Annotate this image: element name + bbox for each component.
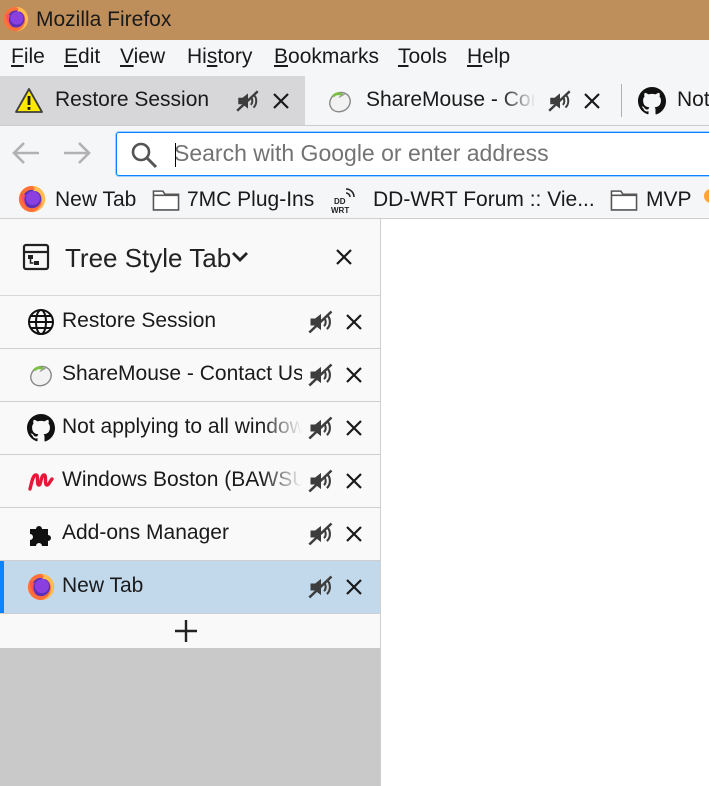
tree-style-tab-icon bbox=[22, 243, 50, 271]
address-bar[interactable] bbox=[116, 132, 709, 176]
mute-icon[interactable] bbox=[547, 88, 573, 114]
navigation-bar bbox=[0, 125, 709, 182]
sidebar-tab-windows-boston[interactable]: Windows Boston (BAWSUG) bbox=[0, 455, 380, 508]
close-icon[interactable] bbox=[344, 577, 364, 597]
close-icon[interactable] bbox=[344, 365, 364, 385]
menu-view[interactable]: View bbox=[120, 45, 165, 69]
overflow-bookmark-icon[interactable] bbox=[704, 189, 709, 203]
tab-label: Restore Session bbox=[55, 88, 210, 111]
menu-file[interactable]: File bbox=[11, 45, 45, 69]
text-caret bbox=[175, 143, 176, 167]
content-area[interactable] bbox=[381, 219, 709, 786]
close-icon[interactable] bbox=[344, 524, 364, 544]
search-icon bbox=[131, 142, 158, 169]
sharemouse-icon bbox=[326, 87, 354, 115]
firefox-logo-icon bbox=[3, 6, 29, 32]
bookmark-label: New Tab bbox=[55, 188, 137, 211]
close-icon[interactable] bbox=[271, 91, 291, 111]
meetup-icon bbox=[28, 473, 54, 491]
puzzle-icon bbox=[30, 526, 51, 546]
close-icon[interactable] bbox=[344, 418, 364, 438]
menu-edit[interactable]: Edit bbox=[64, 45, 100, 69]
sharemouse-icon bbox=[27, 361, 55, 389]
sidebar: Tree Style Tab Restore Session ShareMous… bbox=[0, 219, 381, 786]
tab-label: Not applying to all windows bbox=[677, 88, 709, 111]
sidebar-tab-label: Add-ons Manager bbox=[62, 521, 229, 544]
sidebar-tab-sharemouse[interactable]: ShareMouse - Contact Us bbox=[0, 349, 380, 402]
menu-tools[interactable]: Tools bbox=[398, 45, 447, 69]
window-title: Mozilla Firefox bbox=[36, 8, 172, 31]
firefox-icon bbox=[18, 185, 46, 213]
sidebar-tab-label: Restore Session bbox=[62, 309, 217, 332]
tab-sharemouse[interactable]: ShareMouse - Contact Us bbox=[305, 76, 615, 125]
svg-text:WRT: WRT bbox=[331, 206, 349, 214]
bookmark-label: 7MC Plug-Ins bbox=[187, 188, 315, 211]
mute-icon[interactable] bbox=[307, 520, 335, 548]
close-icon[interactable] bbox=[582, 91, 602, 111]
sidebar-title[interactable]: Tree Style Tab bbox=[65, 243, 231, 274]
tab-label-fade bbox=[501, 76, 551, 125]
warning-icon bbox=[15, 88, 43, 113]
mute-icon[interactable] bbox=[307, 573, 335, 601]
sidebar-tab-label: ShareMouse - Contact Us bbox=[62, 362, 302, 385]
mute-icon[interactable] bbox=[307, 414, 335, 442]
menu-history[interactable]: History bbox=[187, 45, 252, 69]
tab-restore-session[interactable]: Restore Session bbox=[0, 76, 305, 125]
menu-help[interactable]: Help bbox=[467, 45, 510, 69]
mute-icon[interactable] bbox=[235, 88, 261, 114]
menu-bar: File Edit View History Bookmarks Tools H… bbox=[0, 40, 709, 76]
tab-github-issue[interactable]: Not applying to all windows bbox=[622, 76, 709, 125]
firefox-icon bbox=[27, 573, 55, 601]
mute-icon[interactable] bbox=[307, 361, 335, 389]
bookmark-7mc-plugins[interactable]: 7MC Plug-Ins bbox=[152, 184, 317, 214]
chevron-down-icon[interactable] bbox=[230, 250, 250, 264]
search-input[interactable] bbox=[174, 137, 694, 169]
title-bar: Mozilla Firefox bbox=[0, 0, 709, 40]
sidebar-header: Tree Style Tab bbox=[0, 219, 380, 296]
bookmark-dd-wrt-forum[interactable]: DD WRT DD-WRT Forum :: Vie... bbox=[330, 184, 595, 214]
plus-icon[interactable] bbox=[174, 619, 198, 643]
bookmarks-toolbar: New Tab 7MC Plug-Ins DD WRT DD-WRT Forum… bbox=[0, 181, 709, 219]
label-fade bbox=[262, 455, 312, 507]
mute-icon[interactable] bbox=[307, 308, 335, 336]
sidebar-tab-github-issue[interactable]: Not applying to all windows bbox=[0, 402, 380, 455]
sidebar-tab-add-ons-manager[interactable]: Add-ons Manager bbox=[0, 508, 380, 561]
close-icon[interactable] bbox=[344, 312, 364, 332]
new-tab-row bbox=[0, 614, 380, 648]
github-icon bbox=[638, 87, 666, 115]
bookmark-label: DD-WRT Forum :: Vie... bbox=[373, 188, 595, 211]
tab-strip: Restore Session ShareMouse - Contact Us … bbox=[0, 76, 709, 125]
close-icon[interactable] bbox=[344, 471, 364, 491]
bookmark-label: MVP bbox=[646, 188, 692, 211]
bookmark-mvp[interactable]: MVP bbox=[610, 184, 700, 214]
bookmark-new-tab[interactable]: New Tab bbox=[18, 184, 138, 214]
dd-wrt-icon: DD WRT bbox=[331, 188, 355, 214]
sidebar-tab-new-tab[interactable]: New Tab bbox=[0, 561, 380, 614]
forward-arrow-icon[interactable] bbox=[62, 139, 92, 167]
sidebar-tab-restore-session[interactable]: Restore Session bbox=[0, 296, 380, 349]
mute-icon[interactable] bbox=[307, 467, 335, 495]
github-icon bbox=[27, 414, 55, 442]
back-arrow-icon[interactable] bbox=[11, 139, 41, 167]
menu-bookmarks[interactable]: Bookmarks bbox=[274, 45, 379, 69]
close-sidebar-icon[interactable] bbox=[334, 247, 354, 267]
sidebar-tab-label: New Tab bbox=[62, 574, 144, 597]
folder-icon bbox=[152, 188, 180, 211]
svg-text:DD: DD bbox=[334, 197, 346, 206]
label-fade bbox=[262, 402, 312, 454]
folder-icon bbox=[610, 188, 638, 211]
globe-icon bbox=[28, 309, 54, 335]
